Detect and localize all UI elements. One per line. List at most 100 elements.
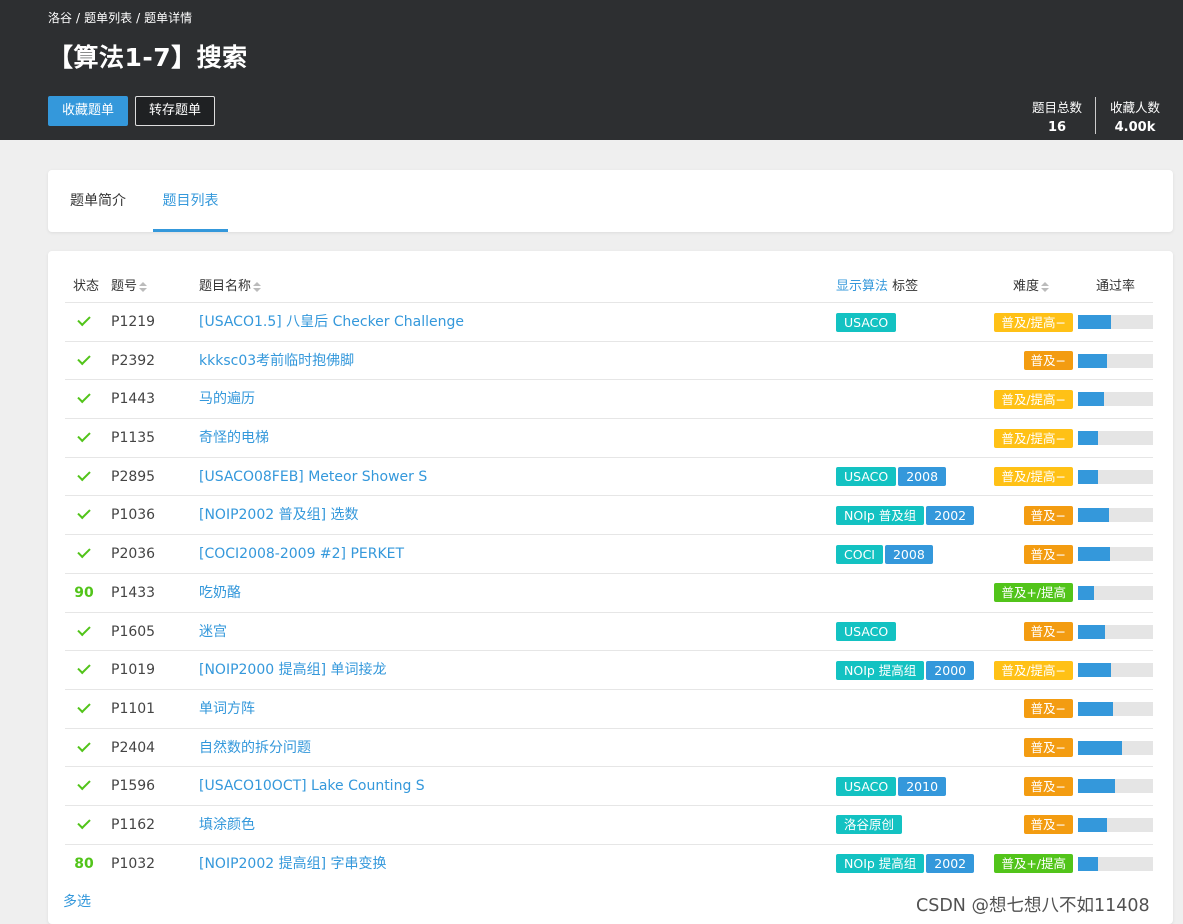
difficulty-cell: 普及− <box>991 496 1073 534</box>
page-title: 【算法1-7】搜索 <box>48 43 248 72</box>
difficulty-badge: 普及/提高− <box>994 467 1073 487</box>
table-row[interactable]: P2036 [COCI2008-2009 #2] PERKET COCI 2008 普及… <box>65 534 1153 573</box>
difficulty-badge: 普及− <box>1023 815 1073 835</box>
page-header: 洛谷 / 题单列表 / 题单详情 【算法1-7】搜索 收藏题单 转存题单 题目总数 16… <box>0 0 1183 140</box>
stat-favorites: 收藏人数 4.00k <box>1102 97 1168 135</box>
table-row[interactable]: 80 P1032 [NOIP2002 提高组] 字串变换 NOIp 提高组 2002 普及… <box>65 843 1153 883</box>
problem-id: P2895 <box>111 468 156 485</box>
table-row[interactable]: P1019 [NOIP2000 提高组] 单词接龙 NOIp 提高组 2000 普及/提… <box>65 650 1153 689</box>
tag-badge[interactable]: USACO <box>836 622 897 641</box>
table-row[interactable]: 90 P1433 吃奶酪 普及+/提高 <box>65 572 1153 612</box>
check-icon <box>77 544 91 559</box>
check-icon <box>77 699 91 714</box>
pass-rate-bar <box>1078 624 1153 639</box>
tag-badge[interactable]: 2000 <box>926 660 975 680</box>
problem-tags: 洛谷原创 <box>836 806 904 844</box>
table-row[interactable]: P2404 自然数的拆分问题 普及− <box>65 727 1153 767</box>
problem-title-link[interactable]: 吃奶酪 <box>199 574 241 612</box>
tag-badge[interactable]: NOIp 提高组 <box>836 660 925 680</box>
status-accepted <box>73 729 95 767</box>
pass-rate-cell <box>1078 535 1153 573</box>
table-row[interactable]: P1605 迷宫 USACO 普及− <box>65 611 1153 651</box>
problem-title-link[interactable]: [USACO1.5] 八皇后 Checker Challenge <box>199 303 464 341</box>
check-icon <box>77 622 91 636</box>
tag-badge[interactable]: USACO <box>836 312 897 332</box>
table-row[interactable]: P1036 [NOIP2002 普及组] 选数 NOIp 普及组 2002 普及− <box>65 495 1153 534</box>
col-tags-label: 标签 <box>892 279 919 294</box>
tag-badge[interactable]: NOIp 普及组 <box>836 505 925 525</box>
problem-id: P1135 <box>111 430 156 447</box>
multi-select-link[interactable]: 多选 <box>63 891 91 911</box>
tag-badge[interactable]: 洛谷原创 <box>836 815 903 835</box>
tab-intro[interactable]: 题单简介 <box>70 170 126 232</box>
problem-title-link[interactable]: [NOIP2000 提高组] 单词接龙 <box>199 651 387 689</box>
pass-rate-bar <box>1078 663 1153 678</box>
pass-rate-cell <box>1078 690 1153 728</box>
problem-title-link[interactable]: kkksc03考前临时抱佛脚 <box>199 342 354 380</box>
tag-badge[interactable]: USACO <box>836 467 897 487</box>
problem-title-link[interactable]: [USACO08FEB] Meteor Shower S <box>199 458 427 496</box>
tag-badge[interactable]: 2008 <box>898 467 947 487</box>
status-accepted <box>73 419 95 457</box>
status-score: 90 <box>73 574 95 612</box>
problem-tags: NOIp 普及组 2002 <box>836 496 976 534</box>
tag-badge[interactable]: USACO <box>836 776 897 796</box>
table-row[interactable]: P1596 [USACO10OCT] Lake Counting S USACO 20… <box>65 766 1153 805</box>
col-name[interactable]: 题目名称 <box>199 275 262 294</box>
problem-tags: NOIp 提高组 2000 <box>836 651 976 689</box>
status-accepted <box>73 806 95 844</box>
difficulty-cell: 普及− <box>991 767 1073 805</box>
problem-title-link[interactable]: [USACO10OCT] Lake Counting S <box>199 767 425 805</box>
problem-rows: P1219 [USACO1.5] 八皇后 Checker Challenge USA… <box>48 302 1173 882</box>
favorite-list-button[interactable]: 收藏题单 <box>48 96 129 126</box>
tag-badge[interactable]: 2010 <box>898 776 947 796</box>
problem-title-link[interactable]: 奇怪的电梯 <box>199 419 269 457</box>
table-row[interactable]: P1219 [USACO1.5] 八皇后 Checker Challenge USA… <box>65 302 1153 341</box>
problem-title-link[interactable]: 迷宫 <box>199 613 227 651</box>
pass-rate-bar <box>1078 856 1153 871</box>
problem-title-link[interactable]: [NOIP2002 普及组] 选数 <box>199 496 359 534</box>
problem-title-link[interactable]: 单词方阵 <box>199 690 255 728</box>
difficulty-cell: 普及− <box>991 342 1073 380</box>
pass-rate-cell <box>1078 651 1153 689</box>
problem-title-link[interactable]: [NOIP2002 提高组] 字串变换 <box>199 845 387 883</box>
col-difficulty[interactable]: 难度 <box>1013 275 1050 294</box>
tab-problem-list[interactable]: 题目列表 <box>153 170 228 232</box>
status-accepted <box>73 303 95 341</box>
pass-rate-fill <box>1078 315 1111 329</box>
table-row[interactable]: P1162 填涂颜色 洛谷原创 普及− <box>65 804 1153 844</box>
problem-id: P1162 <box>111 816 156 833</box>
tag-badge[interactable]: 2008 <box>884 544 933 564</box>
status-accepted <box>73 342 95 380</box>
pass-rate-fill <box>1078 469 1098 484</box>
table-row[interactable]: P2392 kkksc03考前临时抱佛脚 普及− <box>65 340 1153 380</box>
breadcrumb-home[interactable]: 洛谷 <box>48 11 72 25</box>
pass-rate-fill <box>1078 856 1099 871</box>
col-pid[interactable]: 题号 <box>111 275 148 294</box>
table-row[interactable]: P1443 马的遍历 普及/提高− <box>65 379 1153 418</box>
pass-rate-cell <box>1078 806 1153 844</box>
table-row[interactable]: P1135 奇怪的电梯 普及/提高− <box>65 418 1153 457</box>
table-row[interactable]: P2895 [USACO08FEB] Meteor Shower S USACO 20… <box>65 456 1153 496</box>
tag-badge[interactable]: NOIp 提高组 <box>836 854 925 874</box>
table-row[interactable]: P1101 单词方阵 普及− <box>65 688 1153 728</box>
tag-badge[interactable]: COCI <box>836 544 883 564</box>
pass-rate-bar <box>1078 740 1153 755</box>
pass-rate-cell <box>1078 729 1153 767</box>
tag-badge[interactable]: 2002 <box>926 854 975 874</box>
save-list-button[interactable]: 转存题单 <box>135 96 216 126</box>
show-algorithm-link[interactable]: 显示算法 <box>836 279 888 294</box>
difficulty-cell: 普及− <box>991 806 1073 844</box>
difficulty-cell: 普及/提高− <box>991 303 1073 341</box>
check-icon <box>77 428 91 443</box>
tag-badge[interactable]: 2002 <box>926 505 975 525</box>
problem-title-link[interactable]: [COCI2008-2009 #2] PERKET <box>199 535 404 573</box>
problem-title-link[interactable]: 马的遍历 <box>199 380 255 418</box>
problem-title-link[interactable]: 填涂颜色 <box>199 806 255 844</box>
stat-fav-value: 4.00k <box>1114 120 1156 135</box>
breadcrumb-list[interactable]: 题单列表 <box>84 11 132 25</box>
col-status: 状态 <box>73 279 100 294</box>
difficulty-badge: 普及/提高− <box>994 389 1073 409</box>
problem-title-link[interactable]: 自然数的拆分问题 <box>199 729 311 767</box>
check-icon <box>77 738 91 752</box>
